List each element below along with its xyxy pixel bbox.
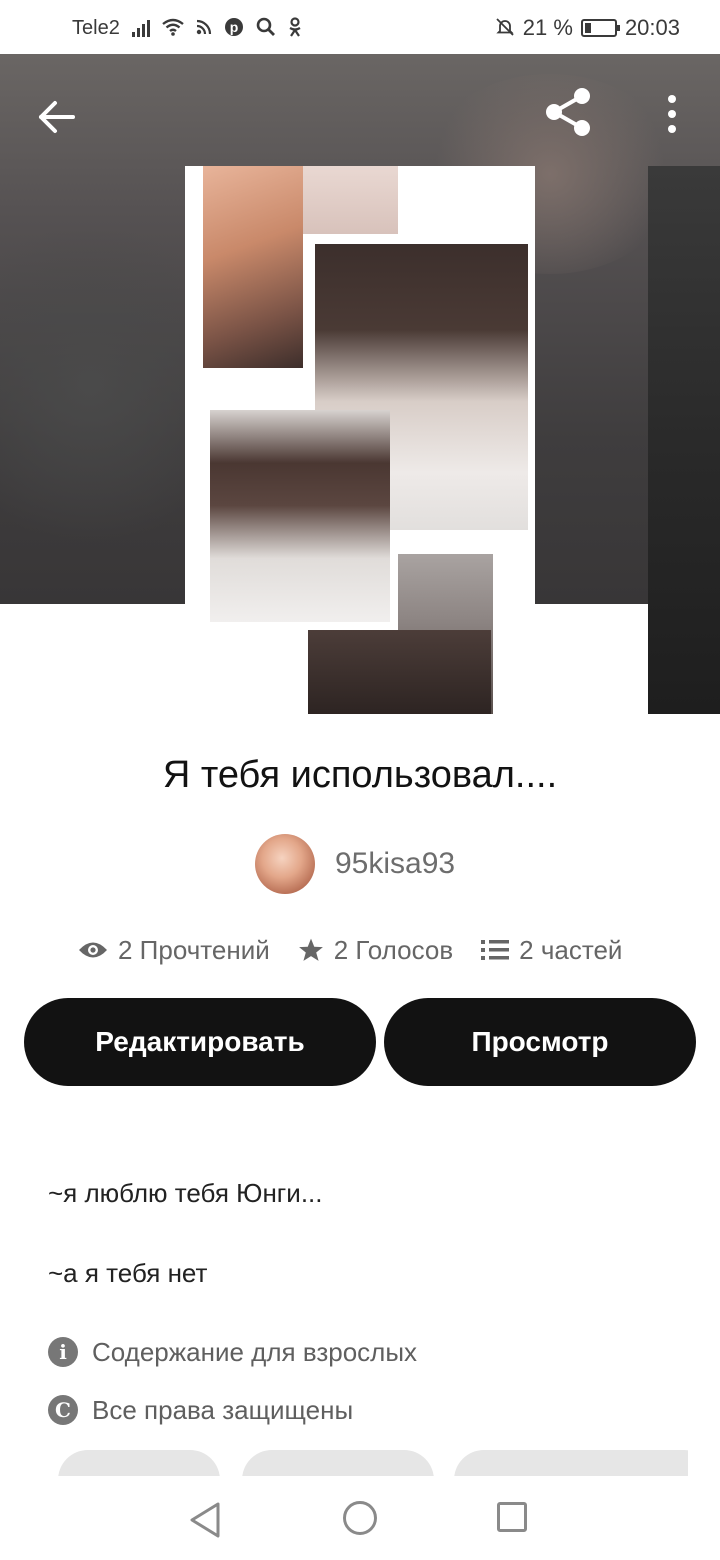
story-stats: 2 Прочтений 2 Голосов 2 частей bbox=[78, 928, 650, 972]
info-icon: i bbox=[48, 1337, 78, 1367]
author-link[interactable]: 95kisa93 bbox=[255, 834, 455, 894]
list-icon bbox=[481, 940, 510, 960]
author-avatar bbox=[255, 834, 315, 894]
copyright-notice: C Все права защищены bbox=[48, 1390, 353, 1430]
votes-stat: 2 Голосов bbox=[298, 935, 453, 966]
share-button[interactable] bbox=[540, 84, 596, 140]
status-bar: Tele2 p 21 % 20:03 bbox=[0, 0, 720, 54]
edit-button[interactable]: Редактировать bbox=[24, 998, 376, 1086]
tag-chip[interactable] bbox=[242, 1450, 434, 1476]
story-cover[interactable] bbox=[185, 166, 535, 714]
clock: 20:03 bbox=[624, 15, 680, 40]
cover-photo-roses bbox=[203, 166, 303, 368]
odnoklassniki-icon bbox=[288, 16, 302, 40]
preview-button[interactable]: Просмотр bbox=[384, 998, 696, 1086]
search-icon bbox=[256, 17, 276, 40]
more-dot bbox=[668, 125, 676, 133]
cover-photo-room bbox=[308, 630, 491, 714]
next-story-cover[interactable] bbox=[648, 166, 720, 714]
more-vertical-icon bbox=[668, 95, 676, 103]
votes-count: 2 Голосов bbox=[333, 934, 454, 965]
cover-photo-peace-sign bbox=[210, 410, 390, 622]
signal-icon bbox=[131, 19, 150, 37]
more-options-button[interactable] bbox=[652, 86, 692, 142]
pinterest-icon: p bbox=[224, 17, 244, 40]
parts-stat: 2 частей bbox=[481, 935, 622, 966]
back-arrow-icon bbox=[39, 101, 75, 133]
cover-photo-flowers bbox=[303, 166, 398, 234]
copyright-icon: C bbox=[48, 1395, 78, 1425]
parts-count: 2 частей bbox=[519, 934, 623, 965]
tag-chip[interactable] bbox=[454, 1450, 688, 1476]
mature-content-label: Содержание для взрослых bbox=[92, 1336, 418, 1367]
share-icon bbox=[546, 88, 590, 136]
copyright-label: Все права защищены bbox=[92, 1394, 354, 1425]
battery-icon bbox=[580, 19, 620, 37]
author-name: 95kisa93 bbox=[335, 847, 456, 880]
mature-content-notice: i Содержание для взрослых bbox=[48, 1332, 417, 1372]
reads-count: 2 Прочтений bbox=[118, 934, 270, 965]
star-icon bbox=[298, 938, 323, 961]
more-dot bbox=[668, 110, 676, 118]
system-nav-bar bbox=[0, 1476, 720, 1560]
nav-recents-icon[interactable] bbox=[497, 1502, 527, 1532]
battery-fill bbox=[584, 23, 591, 33]
back-button[interactable] bbox=[30, 90, 84, 144]
tag-chip[interactable] bbox=[58, 1450, 220, 1476]
nav-back-icon[interactable] bbox=[186, 1500, 226, 1540]
bell-off-icon bbox=[495, 17, 515, 40]
svg-text:p: p bbox=[230, 19, 239, 35]
reads-stat: 2 Прочтений bbox=[78, 935, 270, 966]
status-left: Tele2 p bbox=[72, 14, 302, 42]
wifi-icon bbox=[162, 18, 184, 39]
cast-icon bbox=[196, 19, 212, 38]
carrier-label: Tele2 bbox=[72, 16, 120, 39]
story-title: Я тебя использовал.... bbox=[162, 754, 558, 796]
nav-home-icon[interactable] bbox=[343, 1501, 377, 1535]
battery-percent: 21 % bbox=[522, 15, 573, 40]
description-line: ~а я тебя нет bbox=[48, 1258, 208, 1288]
status-right: 21 % 20:03 bbox=[495, 14, 680, 42]
eye-icon bbox=[79, 942, 107, 958]
description-line: ~я люблю тебя Юнги... bbox=[48, 1178, 323, 1208]
tags-row bbox=[48, 1450, 688, 1476]
